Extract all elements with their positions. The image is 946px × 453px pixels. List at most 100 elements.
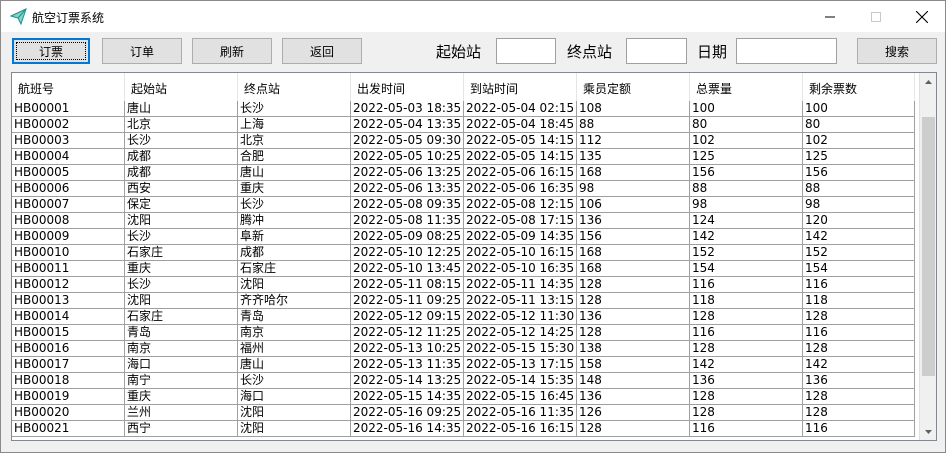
table-cell[interactable]: 2022-05-10 16:35 <box>464 261 577 277</box>
table-cell[interactable]: HB00009 <box>12 229 125 245</box>
table-cell[interactable]: 海口 <box>125 357 238 373</box>
table-cell[interactable]: 142 <box>803 229 915 245</box>
table-cell[interactable]: 128 <box>577 325 690 341</box>
table-cell[interactable]: 腾冲 <box>238 213 351 229</box>
table-cell[interactable]: 88 <box>803 181 915 197</box>
table-row[interactable]: HB00007 保定 长沙 2022-05-08 09:35 2022-05-08 12… <box>12 197 919 213</box>
table-cell[interactable]: 保定 <box>125 197 238 213</box>
table-cell[interactable]: 重庆 <box>125 261 238 277</box>
table-cell[interactable]: 128 <box>803 389 915 405</box>
table-cell[interactable]: 128 <box>690 341 803 357</box>
table-cell[interactable]: HB00020 <box>12 405 125 421</box>
table-cell[interactable]: 142 <box>690 357 803 373</box>
table-cell[interactable]: 136 <box>690 373 803 389</box>
table-cell[interactable]: 136 <box>577 213 690 229</box>
table-cell[interactable]: 兰州 <box>125 405 238 421</box>
table-cell[interactable]: 石家庄 <box>238 261 351 277</box>
table-row[interactable]: HB00015 青岛 南京 2022-05-12 11:25 2022-05-12 14… <box>12 325 919 341</box>
table-cell[interactable]: 98 <box>577 181 690 197</box>
table-cell[interactable]: 125 <box>690 149 803 165</box>
table-cell[interactable]: 116 <box>803 277 915 293</box>
table-cell[interactable]: 2022-05-12 11:30 <box>464 309 577 325</box>
table-cell[interactable]: HB00021 <box>12 421 125 437</box>
table-cell[interactable]: 112 <box>577 133 690 149</box>
column-header[interactable]: 出发时间 <box>351 73 464 101</box>
table-cell[interactable]: 2022-05-06 13:25 <box>351 165 464 181</box>
table-cell[interactable]: HB00011 <box>12 261 125 277</box>
table-cell[interactable]: 142 <box>690 229 803 245</box>
table-cell[interactable]: 128 <box>690 389 803 405</box>
column-header[interactable]: 终点站 <box>238 73 351 101</box>
table-cell[interactable]: 2022-05-09 14:35 <box>464 229 577 245</box>
table-cell[interactable]: 唐山 <box>238 357 351 373</box>
table-row[interactable]: HB00016 南京 福州 2022-05-13 10:25 2022-05-15 15… <box>12 341 919 357</box>
table-cell[interactable]: HB00013 <box>12 293 125 309</box>
table-cell[interactable]: 成都 <box>238 245 351 261</box>
table-row[interactable]: HB00012 长沙 沈阳 2022-05-11 08:15 2022-05-11 14… <box>12 277 919 293</box>
table-cell[interactable]: HB00017 <box>12 357 125 373</box>
table-row[interactable]: HB00006 西安 重庆 2022-05-06 13:35 2022-05-06 16… <box>12 181 919 197</box>
table-row[interactable]: HB00010 石家庄 成都 2022-05-10 12:25 2022-05-10 1… <box>12 245 919 261</box>
table-row[interactable]: HB00008 沈阳 腾冲 2022-05-08 11:35 2022-05-08 17… <box>12 213 919 229</box>
table-cell[interactable]: 2022-05-04 02:15 <box>464 101 577 117</box>
table-cell[interactable]: 2022-05-13 10:25 <box>351 341 464 357</box>
table-cell[interactable]: 88 <box>577 117 690 133</box>
table-cell[interactable]: 2022-05-03 18:35 <box>351 101 464 117</box>
table-cell[interactable]: 2022-05-08 17:15 <box>464 213 577 229</box>
table-cell[interactable]: 154 <box>803 261 915 277</box>
table-cell[interactable]: 128 <box>690 405 803 421</box>
table-cell[interactable]: HB00004 <box>12 149 125 165</box>
table-cell[interactable]: 98 <box>690 197 803 213</box>
table-cell[interactable]: 2022-05-06 16:15 <box>464 165 577 181</box>
table-cell[interactable]: 阜新 <box>238 229 351 245</box>
table-cell[interactable]: 北京 <box>125 117 238 133</box>
table-cell[interactable]: 2022-05-05 09:30 <box>351 133 464 149</box>
table-cell[interactable]: 沈阳 <box>125 293 238 309</box>
scroll-up-button[interactable] <box>920 73 936 90</box>
table-cell[interactable]: HB00002 <box>12 117 125 133</box>
table-cell[interactable]: 2022-05-15 14:35 <box>351 389 464 405</box>
table-cell[interactable]: 100 <box>690 101 803 117</box>
title-bar[interactable]: 航空订票系统 <box>1 1 945 32</box>
table-cell[interactable]: 116 <box>803 421 915 437</box>
table-cell[interactable]: HB00008 <box>12 213 125 229</box>
table-cell[interactable]: 成都 <box>125 149 238 165</box>
table-cell[interactable]: 158 <box>577 357 690 373</box>
table-cell[interactable]: 154 <box>690 261 803 277</box>
table-cell[interactable]: 西宁 <box>125 421 238 437</box>
table-cell[interactable]: 88 <box>690 181 803 197</box>
orders-button[interactable]: 订单 <box>102 38 182 64</box>
table-cell[interactable]: HB00015 <box>12 325 125 341</box>
table-cell[interactable]: 唐山 <box>125 101 238 117</box>
table-cell[interactable]: 128 <box>577 421 690 437</box>
table-cell[interactable]: 长沙 <box>238 197 351 213</box>
table-cell[interactable]: HB00005 <box>12 165 125 181</box>
table-cell[interactable]: 齐齐哈尔 <box>238 293 351 309</box>
table-cell[interactable]: 唐山 <box>238 165 351 181</box>
table-row[interactable]: HB00005 成都 唐山 2022-05-06 13:25 2022-05-06 16… <box>12 165 919 181</box>
table-cell[interactable]: 2022-05-05 14:15 <box>464 149 577 165</box>
table-cell[interactable]: 2022-05-06 16:35 <box>464 181 577 197</box>
table-cell[interactable]: 2022-05-12 09:15 <box>351 309 464 325</box>
table-cell[interactable]: 116 <box>690 277 803 293</box>
table-cell[interactable]: 156 <box>803 165 915 181</box>
table-cell[interactable]: 南宁 <box>125 373 238 389</box>
table-cell[interactable]: 成都 <box>125 165 238 181</box>
table-cell[interactable]: 2022-05-04 18:45 <box>464 117 577 133</box>
table-cell[interactable]: HB00018 <box>12 373 125 389</box>
table-cell[interactable]: 156 <box>690 165 803 181</box>
table-cell[interactable]: 98 <box>803 197 915 213</box>
table-cell[interactable]: 168 <box>577 165 690 181</box>
table-cell[interactable]: 128 <box>803 405 915 421</box>
from-station-input[interactable] <box>496 38 556 64</box>
table-cell[interactable]: 124 <box>690 213 803 229</box>
table-cell[interactable]: 128 <box>577 277 690 293</box>
table-cell[interactable]: 南京 <box>238 325 351 341</box>
table-cell[interactable]: 福州 <box>238 341 351 357</box>
table-cell[interactable]: 102 <box>690 133 803 149</box>
table-row[interactable]: HB00004 成都 合肥 2022-05-05 10:25 2022-05-05 14… <box>12 149 919 165</box>
table-cell[interactable]: 125 <box>803 149 915 165</box>
table-cell[interactable]: 重庆 <box>238 181 351 197</box>
table-cell[interactable]: 2022-05-10 13:45 <box>351 261 464 277</box>
table-cell[interactable]: 2022-05-08 09:35 <box>351 197 464 213</box>
